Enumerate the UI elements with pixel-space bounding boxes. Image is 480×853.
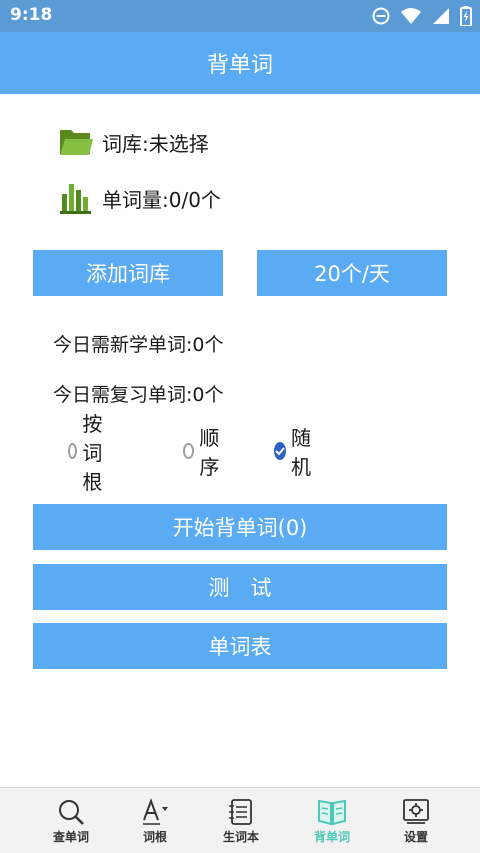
nav-label: 词根 — [142, 830, 167, 844]
radio-by-root[interactable]: 按词根 — [68, 412, 109, 494]
app-bar: 背单词 — [0, 32, 480, 94]
wifi-icon — [401, 8, 421, 24]
nav-vocabulary-book[interactable]: 生词本 — [193, 788, 289, 853]
radio-label: 随机 — [291, 426, 311, 479]
status-time: 9:18 — [10, 5, 53, 25]
bottom-nav: 查单词 词根 生词本 背单词 设置 — [0, 787, 480, 853]
nav-label: 设置 — [403, 830, 428, 844]
folder-icon — [60, 130, 93, 155]
page-title: 背单词 — [206, 53, 273, 78]
notebook-icon — [229, 799, 252, 825]
test-button[interactable]: 测 试 — [33, 564, 447, 610]
settings-icon — [403, 799, 429, 824]
word-list-button[interactable]: 单词表 — [33, 623, 447, 669]
nav-label: 查单词 — [52, 830, 89, 844]
status-bar: 9:18 — [0, 0, 480, 32]
status-icons — [372, 6, 472, 26]
battery-icon — [460, 6, 472, 26]
radio-sequential[interactable]: 顺序 — [183, 426, 224, 479]
font-letter-icon — [143, 798, 168, 825]
signal-icon — [433, 8, 449, 24]
wordbank-row: 词库:未选择 — [58, 124, 209, 160]
nav-search-words[interactable]: 查单词 — [23, 788, 119, 853]
nav-word-roots[interactable]: 词根 — [107, 788, 203, 853]
nav-label: 背单词 — [313, 830, 350, 844]
radio-unchecked-icon — [183, 443, 195, 459]
do-not-disturb-icon — [372, 7, 390, 25]
word-count-label: 单词量:0/0个 — [102, 187, 221, 212]
radio-unchecked-icon — [68, 443, 78, 459]
search-icon — [59, 800, 84, 825]
nav-memorize-words[interactable]: 背单词 — [284, 788, 380, 853]
nav-label: 生词本 — [222, 830, 259, 844]
today-new-words: 今日需新学单词:0个 — [53, 334, 224, 356]
wordbank-label: 词库:未选择 — [102, 131, 209, 156]
today-review-words: 今日需复习单词:0个 — [53, 384, 224, 406]
add-wordbank-button[interactable]: 添加词库 — [33, 250, 223, 296]
radio-checked-icon — [274, 442, 286, 460]
bar-chart-icon — [60, 184, 91, 214]
radio-label: 按词根 — [82, 411, 103, 494]
radio-random[interactable]: 随机 — [274, 426, 317, 479]
open-book-icon — [318, 799, 346, 826]
word-count-row: 单词量:0/0个 — [58, 180, 221, 216]
radio-label: 顺序 — [199, 426, 220, 479]
start-review-button[interactable]: 开始背单词(0) — [33, 504, 447, 550]
nav-settings[interactable]: 设置 — [368, 788, 464, 853]
daily-amount-button[interactable]: 20个/天 — [257, 250, 447, 296]
